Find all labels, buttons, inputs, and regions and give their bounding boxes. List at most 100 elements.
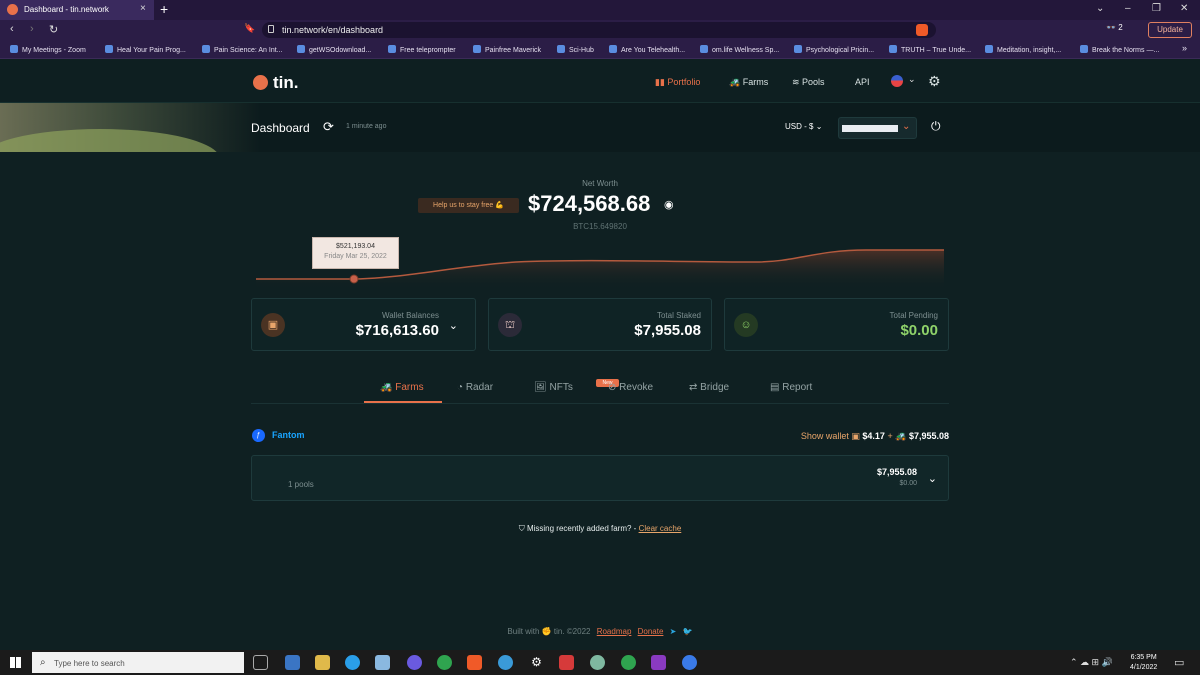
us-flag-icon[interactable]	[891, 75, 903, 87]
tin-logo[interactable]: tin.	[253, 73, 299, 93]
tab-nfts[interactable]: 🖼 NFTs	[534, 382, 573, 393]
browser-tab[interactable]: Dashboard - tin.network ×	[0, 0, 154, 20]
url-field[interactable]: tin.network/en/dashboard	[262, 22, 936, 38]
bookmark-item[interactable]: getWSOdownload...	[297, 45, 371, 54]
windows-taskbar: ⌕ Type here to search ⚙ ⌃ ☁ ⊞ 🔊 6:35 PM …	[0, 650, 1200, 675]
donate-link[interactable]: Donate	[638, 627, 664, 636]
tractor-icon: 🚜	[729, 77, 743, 87]
bookmark-item[interactable]: Psychological Pricin...	[794, 45, 874, 54]
app-icon[interactable]	[407, 655, 422, 670]
edge-icon[interactable]	[345, 655, 360, 670]
site-icon	[105, 45, 113, 53]
gear-icon[interactable]: ⚙	[928, 73, 941, 90]
tab-close-button[interactable]: ×	[140, 3, 146, 14]
windows-start-icon[interactable]	[10, 657, 21, 668]
roadmap-link[interactable]: Roadmap	[597, 627, 632, 636]
tab-bridge[interactable]: ⇄ Bridge	[689, 382, 729, 393]
file-explorer-icon[interactable]	[315, 655, 330, 670]
bookmark-item[interactable]: Free teleprompter	[388, 45, 456, 54]
eye-icon[interactable]: ◉	[664, 198, 674, 211]
total-pending-card: ☺ Total Pending $0.00	[724, 298, 949, 351]
radar-icon: ◔	[457, 382, 464, 393]
taskbar-search[interactable]: ⌕ Type here to search	[32, 652, 244, 673]
wallet-icon: ▣	[851, 431, 860, 441]
nav-farms[interactable]: 🚜 Farms	[729, 77, 768, 88]
pool-row[interactable]: 1 pools $7,955.08 $0.00 ⌄	[251, 455, 949, 501]
calculator-icon[interactable]	[285, 655, 300, 670]
wallet-select[interactable]: ⌄	[838, 117, 917, 139]
chrome-icon[interactable]	[437, 655, 452, 670]
brave-shields-icon[interactable]	[916, 24, 928, 36]
nav-portfolio[interactable]: ▮▮ Portfolio	[655, 77, 700, 88]
bookmark-item[interactable]: Break the Norms —...	[1080, 45, 1159, 54]
bookmark-item[interactable]: Painfree Maverick	[473, 45, 541, 54]
tab-report[interactable]: ▤ Report	[770, 382, 812, 393]
close-window-button[interactable]: ✕	[1180, 3, 1188, 14]
pools-count: 1 pools	[288, 480, 314, 489]
system-tray[interactable]: ⌃ ☁ ⊞ 🔊	[1070, 657, 1113, 668]
chevron-down-icon[interactable]: ⌄	[908, 74, 916, 85]
reload-button[interactable]: ↻	[49, 23, 58, 36]
bookmark-item[interactable]: Pain Science: An Int...	[202, 45, 283, 54]
site-icon	[202, 45, 210, 53]
task-view-icon[interactable]	[253, 655, 268, 670]
maximize-button[interactable]: ❐	[1152, 3, 1161, 14]
bookmark-item[interactable]: Sci-Hub	[557, 45, 594, 54]
card-value: $716,613.60	[355, 322, 439, 339]
chevron-down-icon[interactable]: ⌄	[449, 319, 458, 332]
bookmark-item[interactable]: Heal Your Pain Prog...	[105, 45, 186, 54]
forward-button[interactable]: ›	[30, 23, 34, 35]
app-icon[interactable]	[498, 655, 513, 670]
refresh-icon[interactable]: ⟳	[323, 119, 334, 135]
bookmark-item[interactable]: Meditation, insight,...	[985, 45, 1061, 54]
settings-gear-icon[interactable]: ⚙	[529, 655, 544, 670]
bitdefender-icon[interactable]	[559, 655, 574, 670]
update-button[interactable]: Update	[1148, 22, 1192, 38]
bookmark-item[interactable]: TRUTH – True Unde...	[889, 45, 971, 54]
nav-pools[interactable]: ≋ Pools	[792, 77, 825, 88]
bookmark-item[interactable]: om.life Wellness Sp...	[700, 45, 779, 54]
minimize-button[interactable]: –	[1125, 3, 1131, 14]
twitter-icon[interactable]: 🐦	[683, 627, 693, 636]
brave-icon[interactable]	[467, 655, 482, 670]
site-icon	[889, 45, 897, 53]
bookmarks-more-button[interactable]: »	[1182, 43, 1187, 53]
notepad-icon[interactable]	[375, 655, 390, 670]
back-button[interactable]: ‹	[10, 23, 14, 35]
bridge-icon: ⇄	[689, 382, 698, 393]
telegram-icon[interactable]: ➤	[670, 627, 677, 636]
notification-icon[interactable]: ▭	[1174, 656, 1184, 669]
fantom-icon: ƒ	[252, 429, 265, 442]
extensions-icon[interactable]: 👓 2	[1106, 23, 1123, 32]
app-icon[interactable]	[590, 655, 605, 670]
site-icon	[794, 45, 802, 53]
bookmark-icon[interactable]: 🔖	[244, 23, 255, 34]
chevron-down-icon[interactable]: ⌄	[928, 472, 937, 485]
onenote-icon[interactable]	[651, 655, 666, 670]
help-us-badge[interactable]: Help us to stay free 💪	[418, 198, 519, 213]
new-tab-button[interactable]: +	[160, 1, 168, 17]
chevron-down-icon: ⌄	[815, 122, 823, 131]
site-icon	[985, 45, 993, 53]
app-header: tin. ▮▮ Portfolio 🚜 Farms ≋ Pools API ⌄ …	[0, 59, 1200, 103]
tractor-icon: 🚜	[895, 431, 907, 441]
tab-revoke[interactable]: ⊘ Revoke	[608, 382, 653, 393]
nav-api[interactable]: API	[855, 77, 870, 87]
missing-farm-notice: ⛉ Missing recently added farm? - Clear c…	[518, 524, 682, 533]
clear-cache-link[interactable]: Clear cache	[639, 524, 682, 533]
stake-icon: ⛫	[498, 313, 522, 337]
dashboard-header: Dashboard ⟳ 1 minute ago USD - $ ⌄ ⌄ ⏻	[0, 103, 1200, 152]
messenger-icon[interactable]	[682, 655, 697, 670]
show-wallet-summary[interactable]: Show wallet ▣ $4.17 + 🚜 $7,955.08	[801, 431, 949, 442]
chrome-icon[interactable]	[621, 655, 636, 670]
plug-icon[interactable]: ⏻	[931, 119, 941, 134]
currency-select[interactable]: USD - $ ⌄	[785, 122, 822, 131]
portfolio-tabs: 🚜 Farms ◔ Radar 🖼 NFTs New ⊘ Revoke ⇄ Br…	[251, 372, 949, 404]
tab-search-icon[interactable]: ⌄	[1096, 3, 1104, 14]
bookmark-item[interactable]: Are You Telehealth...	[609, 45, 685, 54]
taskbar-clock[interactable]: 6:35 PM 4/1/2022	[1130, 653, 1157, 673]
bookmark-item[interactable]: My Meetings - Zoom	[10, 45, 86, 54]
tab-radar[interactable]: ◔ Radar	[457, 382, 493, 393]
tab-farms[interactable]: 🚜 Farms	[380, 382, 424, 393]
wallet-balances-card: ▣ Wallet Balances $716,613.60 ⌄	[251, 298, 476, 351]
